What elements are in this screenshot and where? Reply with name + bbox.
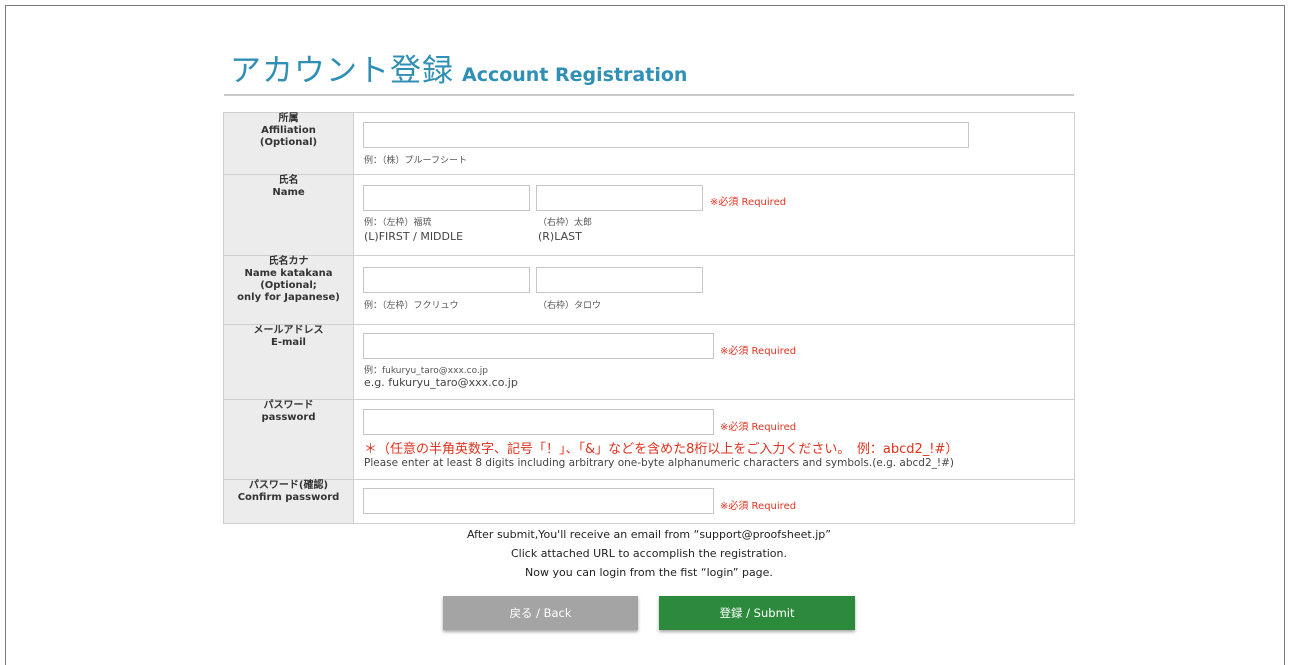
- page-title: アカウント登録 Account Registration: [230, 45, 687, 90]
- row-confirm-password: パスワード(確認) Confirm password ※必須 Required: [223, 479, 1075, 524]
- first-name-kana-input[interactable]: [363, 267, 530, 293]
- row-affiliation: 所属 Affiliation (Optional) 例：（株）プルーフシート: [223, 112, 1075, 175]
- field-affiliation: 例：（株）プルーフシート: [353, 112, 1075, 175]
- first-name-input[interactable]: [363, 185, 530, 211]
- label-katakana-note2: only for Japanese): [237, 292, 340, 303]
- name-required: ※必須 Required: [710, 197, 787, 208]
- last-name-kana-hint: （右枠）タロウ: [538, 301, 602, 311]
- page-title-jp: アカウント登録: [230, 53, 454, 89]
- password-input[interactable]: [363, 409, 714, 435]
- label-email-en: E-mail: [270, 337, 306, 348]
- label-password-jp: パスワード: [263, 400, 314, 411]
- registration-form-table: 所属 Affiliation (Optional) 例：（株）プルーフシート 氏…: [223, 112, 1075, 524]
- last-name-hint: （右枠）太郎: [538, 218, 593, 228]
- email-input[interactable]: [363, 333, 714, 359]
- row-email: メールアドレス E-mail ※必須 Required 例：fukuryu_ta…: [223, 324, 1075, 400]
- field-email: ※必須 Required 例：fukuryu_taro@xxx.co.jp e.…: [353, 324, 1075, 400]
- field-password: ※必須 Required ＊（任意の半角英数字、記号「！」、「&」などを含めた8…: [353, 399, 1075, 480]
- note-line-2: Click attached URL to accomplish the reg…: [510, 547, 788, 560]
- first-name-kana-hint: 例：（左枠）フクリュウ: [364, 301, 459, 311]
- label-affiliation-jp: 所属: [278, 113, 299, 124]
- label-password-en: password: [261, 412, 316, 423]
- password-required: ※必須 Required: [720, 422, 797, 433]
- note-line-1: After submit,You'll receive an email fro…: [467, 528, 831, 541]
- last-name-kana-input[interactable]: [536, 267, 703, 293]
- note-line-3: Now you can login from the fist “login” …: [525, 566, 773, 579]
- affiliation-hint: 例：（株）プルーフシート: [364, 156, 467, 166]
- label-confirm-jp: パスワード(確認): [248, 480, 329, 491]
- label-name-en: Name: [272, 187, 305, 198]
- label-affiliation-note: (Optional): [259, 137, 318, 148]
- title-divider: [224, 94, 1074, 96]
- confirm-password-input[interactable]: [363, 488, 714, 514]
- field-katakana: 例：（左枠）フクリュウ （右枠）タロウ: [353, 255, 1075, 325]
- label-confirm-password: パスワード(確認) Confirm password: [223, 479, 354, 524]
- page-title-en: Account Registration: [462, 64, 688, 86]
- row-katakana: 氏名カナ Name katakana (Optional; only for J…: [223, 255, 1075, 325]
- label-email-jp: メールアドレス: [253, 325, 324, 336]
- email-hint-en: e.g. fukuryu_taro@xxx.co.jp: [364, 376, 518, 389]
- label-password: パスワード password: [223, 399, 354, 480]
- label-confirm-en: Confirm password: [237, 492, 340, 503]
- affiliation-input[interactable]: [363, 122, 969, 148]
- label-name-jp: 氏名: [278, 175, 299, 186]
- label-katakana-en: Name katakana: [244, 268, 333, 279]
- first-name-hint-en: (L)FIRST / MIDDLE: [364, 230, 464, 243]
- last-name-hint-en: (R)LAST: [538, 230, 582, 243]
- row-name: 氏名 Name ※必須 Required 例：（左枠）福琉 (L)FIRST /…: [223, 174, 1075, 256]
- email-hint: 例：fukuryu_taro@xxx.co.jp: [364, 366, 489, 376]
- password-rule-en: Please enter at least 8 digits including…: [364, 457, 954, 469]
- confirm-password-required: ※必須 Required: [720, 501, 797, 512]
- label-email: メールアドレス E-mail: [223, 324, 354, 400]
- label-katakana-note1: (Optional;: [260, 280, 317, 291]
- label-affiliation: 所属 Affiliation (Optional): [223, 112, 354, 175]
- last-name-input[interactable]: [536, 185, 703, 211]
- first-name-hint: 例：（左枠）福琉: [364, 218, 432, 228]
- label-katakana-jp: 氏名カナ: [268, 256, 309, 267]
- back-button[interactable]: 戻る / Back: [443, 596, 638, 630]
- row-password: パスワード password ※必須 Required ＊（任意の半角英数字、記…: [223, 399, 1075, 480]
- password-rule-jp: ＊（任意の半角英数字、記号「！」、「&」などを含めた8桁以上をご入力ください。 …: [364, 442, 959, 457]
- field-name: ※必須 Required 例：（左枠）福琉 (L)FIRST / MIDDLE …: [353, 174, 1075, 256]
- field-confirm-password: ※必須 Required: [353, 479, 1075, 524]
- label-name: 氏名 Name: [223, 174, 354, 256]
- label-katakana: 氏名カナ Name katakana (Optional; only for J…: [223, 255, 354, 325]
- label-affiliation-en: Affiliation: [261, 125, 316, 136]
- email-required: ※必須 Required: [720, 346, 797, 357]
- submit-button[interactable]: 登録 / Submit: [659, 596, 855, 630]
- post-submit-notes: After submit,You'll receive an email fro…: [223, 525, 1075, 582]
